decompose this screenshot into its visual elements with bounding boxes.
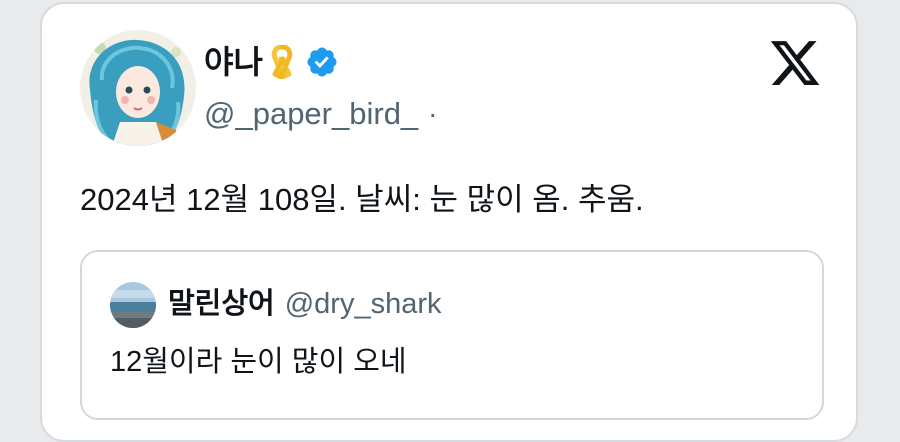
author-display-name[interactable]: 야나 — [204, 42, 263, 82]
separator-dot: · — [428, 98, 438, 129]
quote-text: 12월이라 눈이 많이 오네 — [110, 346, 407, 378]
x-logo-icon[interactable] — [768, 36, 822, 90]
author-handle-row: @_paper_bird_ · — [204, 94, 438, 134]
quote-author-avatar[interactable] — [110, 282, 156, 328]
author-name-row: 야나 — [204, 42, 339, 82]
quoted-tweet[interactable]: 말린상어 @dry_shark 12월이라 눈이 많이 오네 — [80, 250, 824, 420]
quote-header: 말린상어 @dry_shark — [168, 284, 442, 324]
author-avatar[interactable] — [80, 30, 196, 146]
verified-badge-icon — [305, 45, 339, 79]
tweet-text: 2024년 12월 108일. 날씨: 눈 많이 옴. 추움. — [80, 182, 644, 217]
tweet-card[interactable]: 야나 @_paper_bird_ · 2024년 12월 108일. 날씨: 눈… — [40, 2, 858, 442]
quote-display-name[interactable]: 말린상어 — [168, 284, 275, 324]
author-handle[interactable]: @_paper_bird_ — [204, 94, 418, 134]
yellow-ribbon-icon — [269, 45, 295, 79]
quote-handle[interactable]: @dry_shark — [285, 284, 442, 324]
